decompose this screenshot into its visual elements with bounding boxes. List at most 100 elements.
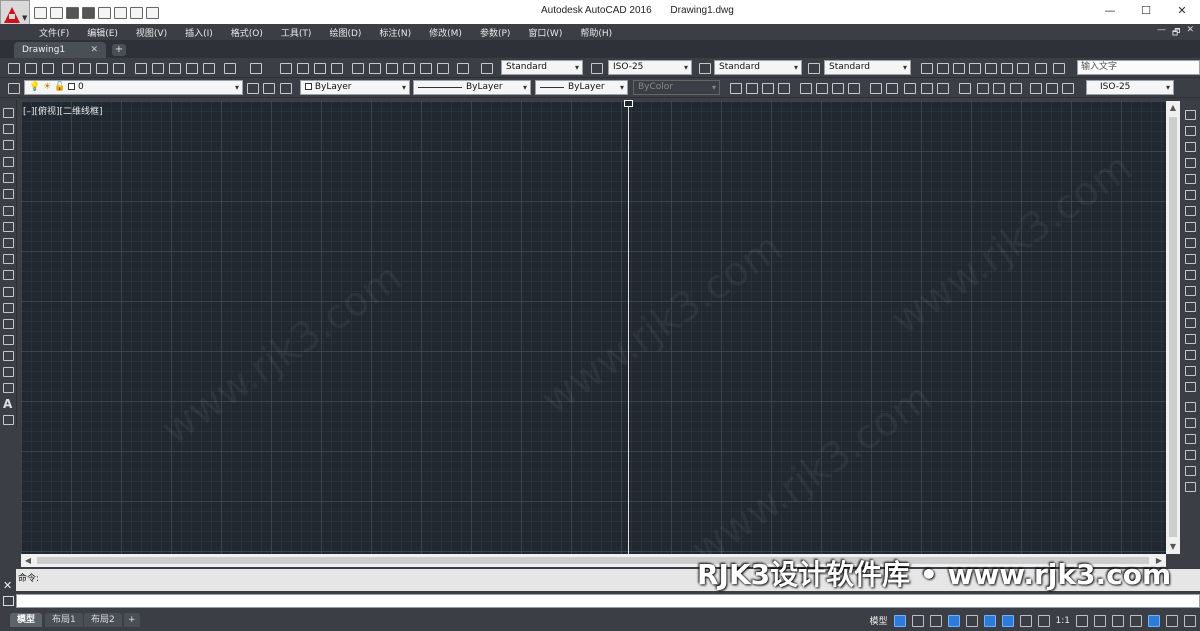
linetype-dropdown[interactable]: ByLayer ▾ xyxy=(413,80,531,95)
qat-customize-icon[interactable] xyxy=(146,7,159,19)
menu-item-4[interactable]: 格式(O) xyxy=(231,26,263,39)
undo-tb-icon[interactable] xyxy=(224,63,236,74)
sheet-set-icon[interactable] xyxy=(403,63,415,74)
explode-icon[interactable] xyxy=(1185,382,1196,392)
arc-icon[interactable] xyxy=(3,189,14,199)
text-style-icon[interactable] xyxy=(481,63,493,74)
jogged-linear-icon[interactable] xyxy=(1010,83,1022,94)
make-current-layer-icon[interactable] xyxy=(247,83,259,94)
erase-icon[interactable] xyxy=(1185,110,1196,120)
vertical-scrollbar[interactable]: ▲ ▼ xyxy=(1166,101,1180,554)
menu-item-9[interactable]: 参数(P) xyxy=(480,26,510,39)
quick-properties-icon[interactable] xyxy=(1130,614,1142,627)
blend-curves-icon[interactable] xyxy=(1185,366,1196,376)
doc-close-button[interactable]: ✕ xyxy=(1186,25,1194,41)
object-snap-tracking-icon[interactable] xyxy=(983,614,996,627)
object-snap-icon[interactable] xyxy=(1001,614,1014,627)
hatch-icon[interactable] xyxy=(3,335,14,345)
annotation-visibility-icon[interactable] xyxy=(1019,614,1032,627)
break-icon[interactable] xyxy=(1185,302,1196,312)
lineweight-dropdown[interactable]: ByLayer ▾ xyxy=(535,80,628,95)
annotation-scale[interactable]: 1:1 xyxy=(1056,616,1070,626)
stretch-icon[interactable] xyxy=(1185,238,1196,248)
maximize-button[interactable]: ☐ xyxy=(1128,0,1164,22)
menu-item-5[interactable]: 工具(T) xyxy=(281,26,312,39)
help-icon[interactable] xyxy=(457,63,469,74)
vertical-scroll-thumb[interactable] xyxy=(1169,117,1177,537)
extend-icon[interactable] xyxy=(1185,270,1196,280)
array-icon[interactable] xyxy=(1185,174,1196,184)
menu-item-8[interactable]: 修改(M) xyxy=(429,26,462,39)
tolerance-icon[interactable] xyxy=(959,83,971,94)
print-icon[interactable] xyxy=(98,7,111,19)
zoom-realtime-icon[interactable] xyxy=(297,63,309,74)
text-justify-icon[interactable] xyxy=(1017,63,1029,74)
save-as-icon[interactable] xyxy=(82,7,95,19)
mleader-style-icon[interactable] xyxy=(808,63,820,74)
menu-item-2[interactable]: 视图(V) xyxy=(136,26,167,39)
ellipse-icon[interactable] xyxy=(3,254,14,264)
dim-baseline-icon[interactable] xyxy=(886,83,898,94)
scroll-up-icon[interactable]: ▲ xyxy=(1166,101,1180,115)
pan-icon[interactable] xyxy=(280,63,292,74)
edit-text-icon[interactable] xyxy=(953,63,965,74)
text-annotative-icon[interactable] xyxy=(937,63,949,74)
text-space-icon[interactable] xyxy=(1053,63,1065,74)
offset-icon[interactable] xyxy=(1185,158,1196,168)
text-convert-icon[interactable] xyxy=(1035,63,1047,74)
table-icon[interactable] xyxy=(3,383,14,393)
quick-dim-icon[interactable] xyxy=(870,83,882,94)
dim-arc-icon[interactable] xyxy=(762,83,774,94)
text-scale-icon[interactable] xyxy=(1001,63,1013,74)
undo-icon[interactable] xyxy=(114,7,127,19)
new-layout-button[interactable]: + xyxy=(124,613,140,627)
polar-tracking-icon[interactable] xyxy=(947,614,960,627)
fillet-icon[interactable] xyxy=(1185,350,1196,360)
plot-preview-icon[interactable] xyxy=(79,63,91,74)
qnew-icon[interactable] xyxy=(8,63,20,74)
chamfer-icon[interactable] xyxy=(1185,334,1196,344)
zoom-window-icon[interactable] xyxy=(314,63,326,74)
cut-icon[interactable] xyxy=(135,63,147,74)
text-to-front-icon[interactable] xyxy=(1185,466,1196,476)
scroll-left-icon[interactable]: ◀ xyxy=(21,554,35,567)
menu-item-1[interactable]: 编辑(E) xyxy=(87,26,118,39)
ellipse-arc-icon[interactable] xyxy=(3,270,14,280)
hatch-to-back-icon[interactable] xyxy=(1185,482,1196,492)
color-dropdown[interactable]: ByLayer ▾ xyxy=(300,80,410,95)
drawing-canvas[interactable]: [–][俯视][二维线框] www.rjk3.com www.rjk3.com … xyxy=(21,100,1166,574)
make-block-icon[interactable] xyxy=(3,303,14,313)
rectangle-icon[interactable] xyxy=(3,173,14,183)
spell-check-icon[interactable] xyxy=(985,63,997,74)
menu-item-0[interactable]: 文件(F) xyxy=(39,26,69,39)
customize-status-icon[interactable] xyxy=(1184,614,1196,627)
revision-cloud-icon[interactable] xyxy=(3,222,14,232)
quickcalc-icon[interactable] xyxy=(437,63,449,74)
command-input[interactable] xyxy=(16,594,1200,608)
auto-scale-icon[interactable] xyxy=(1037,614,1050,627)
hardware-acceleration-icon[interactable] xyxy=(1166,614,1178,627)
multiline-text-icon[interactable]: A xyxy=(3,397,12,411)
break-at-point-icon[interactable] xyxy=(1185,286,1196,296)
copy-icon[interactable] xyxy=(152,63,164,74)
dim-style-dropdown-2[interactable]: ISO-25 ▾ xyxy=(1086,80,1174,95)
tool-palettes-icon[interactable] xyxy=(386,63,398,74)
tab-layout1[interactable]: 布局1 xyxy=(45,613,83,627)
layer-properties-icon[interactable] xyxy=(8,83,20,94)
tab-layout2[interactable]: 布局2 xyxy=(84,613,122,627)
dim-style-icon[interactable] xyxy=(591,63,603,74)
add-selected-icon[interactable] xyxy=(3,415,14,425)
zoom-previous-icon[interactable] xyxy=(331,63,343,74)
layer-previous-icon[interactable] xyxy=(263,83,275,94)
new-tab-button[interactable]: + xyxy=(112,44,126,56)
open-file-icon[interactable] xyxy=(25,63,37,74)
move-icon[interactable] xyxy=(1185,190,1196,200)
dim-jogged-icon[interactable] xyxy=(816,83,828,94)
3d-print-icon[interactable] xyxy=(113,63,125,74)
menu-item-10[interactable]: 窗口(W) xyxy=(528,26,562,39)
menu-item-3[interactable]: 插入(I) xyxy=(185,26,213,39)
dim-space-icon[interactable] xyxy=(921,83,933,94)
minimize-button[interactable]: — xyxy=(1092,0,1128,22)
mirror-icon[interactable] xyxy=(1185,142,1196,152)
table-style-icon[interactable] xyxy=(699,63,711,74)
